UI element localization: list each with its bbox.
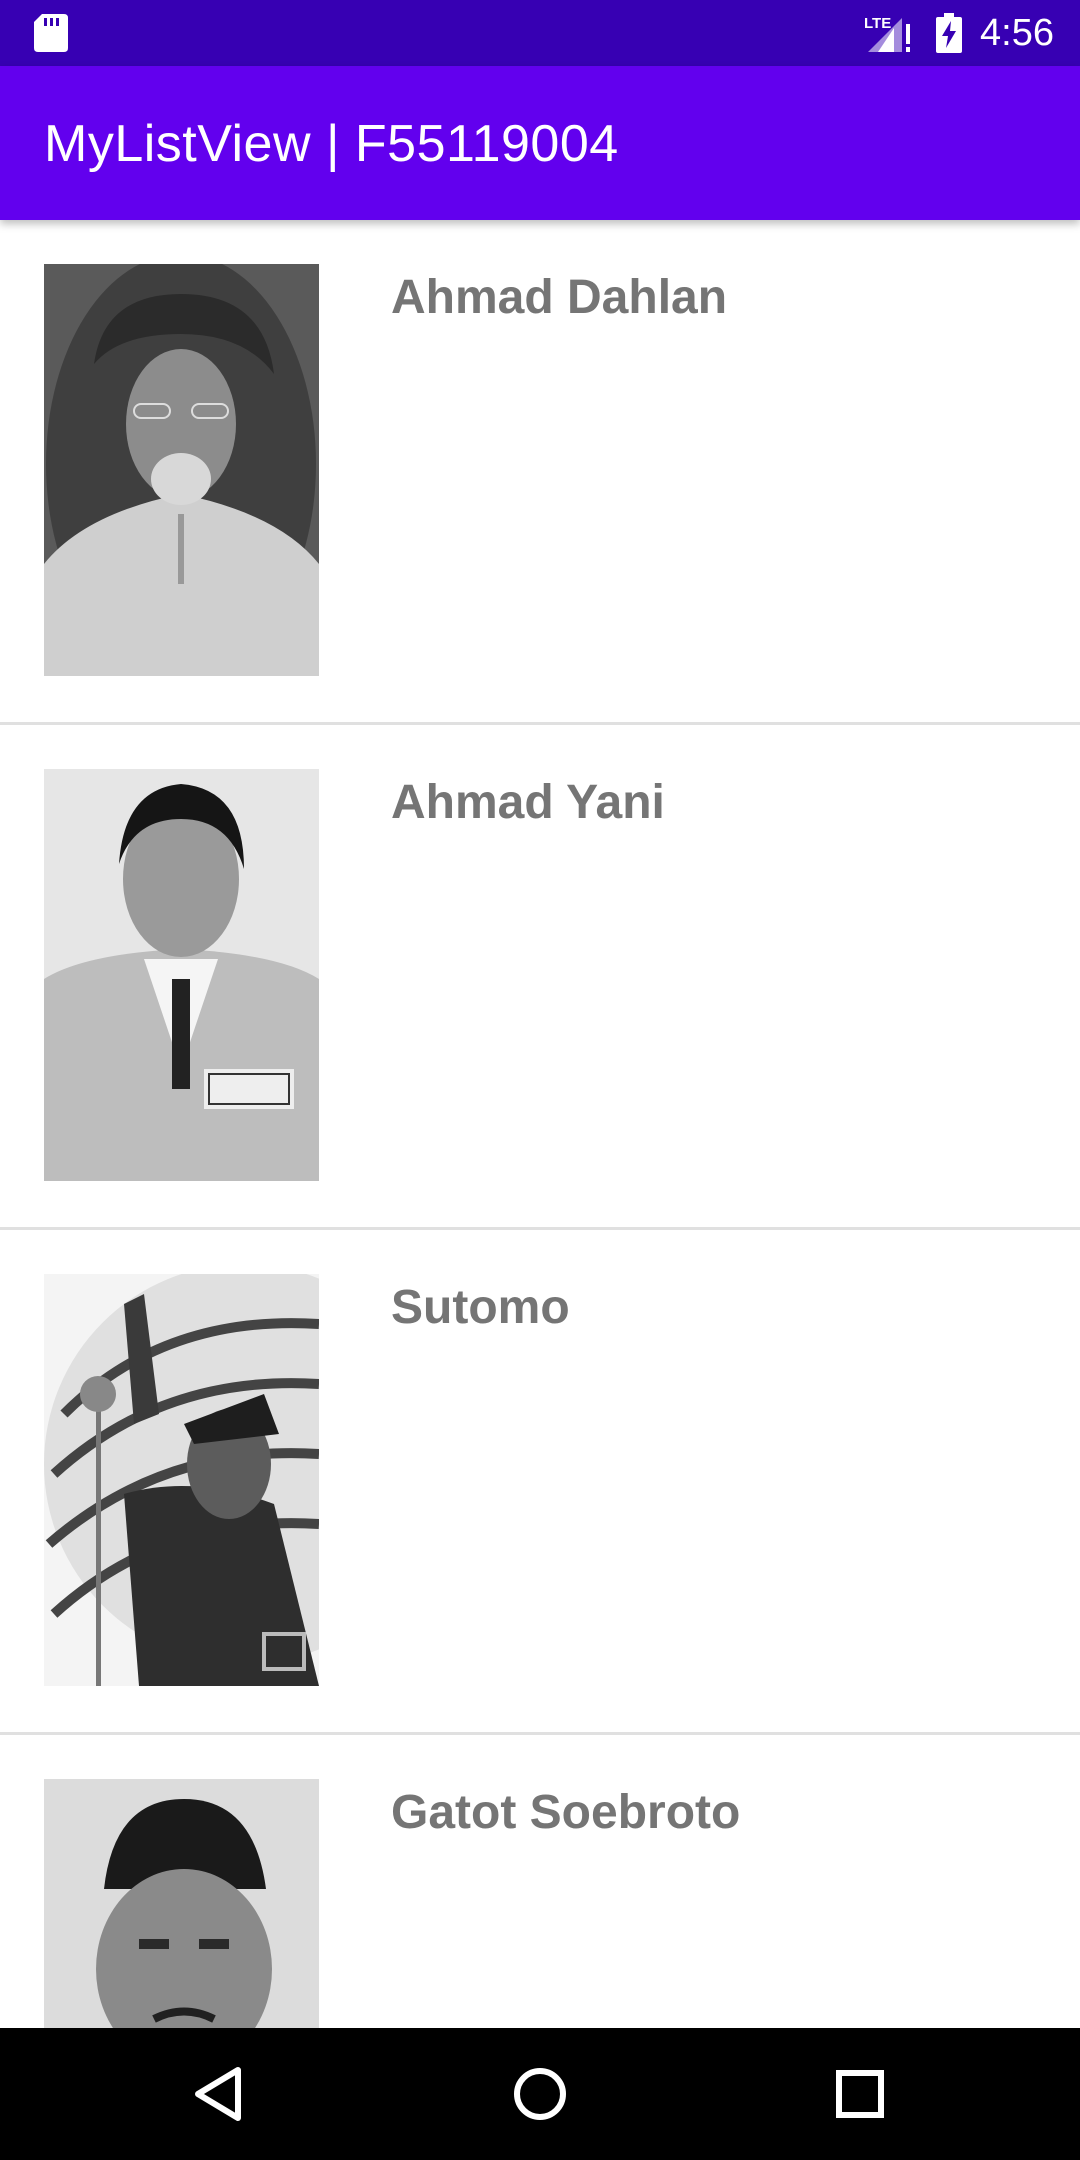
hero-name: Ahmad Dahlan [391, 271, 728, 324]
list-item[interactable]: Ahmad Dahlan [0, 220, 1080, 725]
hero-name: Sutomo [391, 1281, 570, 1334]
network-label: LTE [864, 15, 891, 32]
status-bar: LTE 4:56 [0, 0, 1080, 66]
app-title: MyListView | F55119004 [44, 115, 619, 173]
hero-photo [44, 1779, 319, 2028]
hero-photo [44, 264, 319, 676]
navigation-bar [0, 2028, 1080, 2160]
hero-photo [44, 1274, 319, 1686]
screen: LTE 4:56 MyListView | F55119004 Ahmad Da… [0, 0, 1080, 2160]
signal-icon: LTE [864, 15, 910, 52]
clock: 4:56 [980, 12, 1054, 54]
hero-list[interactable]: Ahmad Dahlan Ahmad Yani Sutomo Gatot Soe… [0, 220, 1080, 2028]
hero-name: Gatot Soebroto [391, 1786, 741, 1839]
back-icon[interactable] [182, 2054, 262, 2134]
app-bar: MyListView | F55119004 [0, 66, 1080, 220]
battery-charging-icon [936, 13, 962, 53]
home-icon[interactable] [500, 2054, 580, 2134]
sd-card-icon [34, 14, 68, 52]
list-item[interactable]: Gatot Soebroto [0, 1735, 1080, 2028]
hero-photo [44, 769, 319, 1181]
list-item[interactable]: Ahmad Yani [0, 725, 1080, 1230]
recents-icon[interactable] [820, 2054, 900, 2134]
hero-name: Ahmad Yani [391, 776, 665, 829]
list-item[interactable]: Sutomo [0, 1230, 1080, 1735]
